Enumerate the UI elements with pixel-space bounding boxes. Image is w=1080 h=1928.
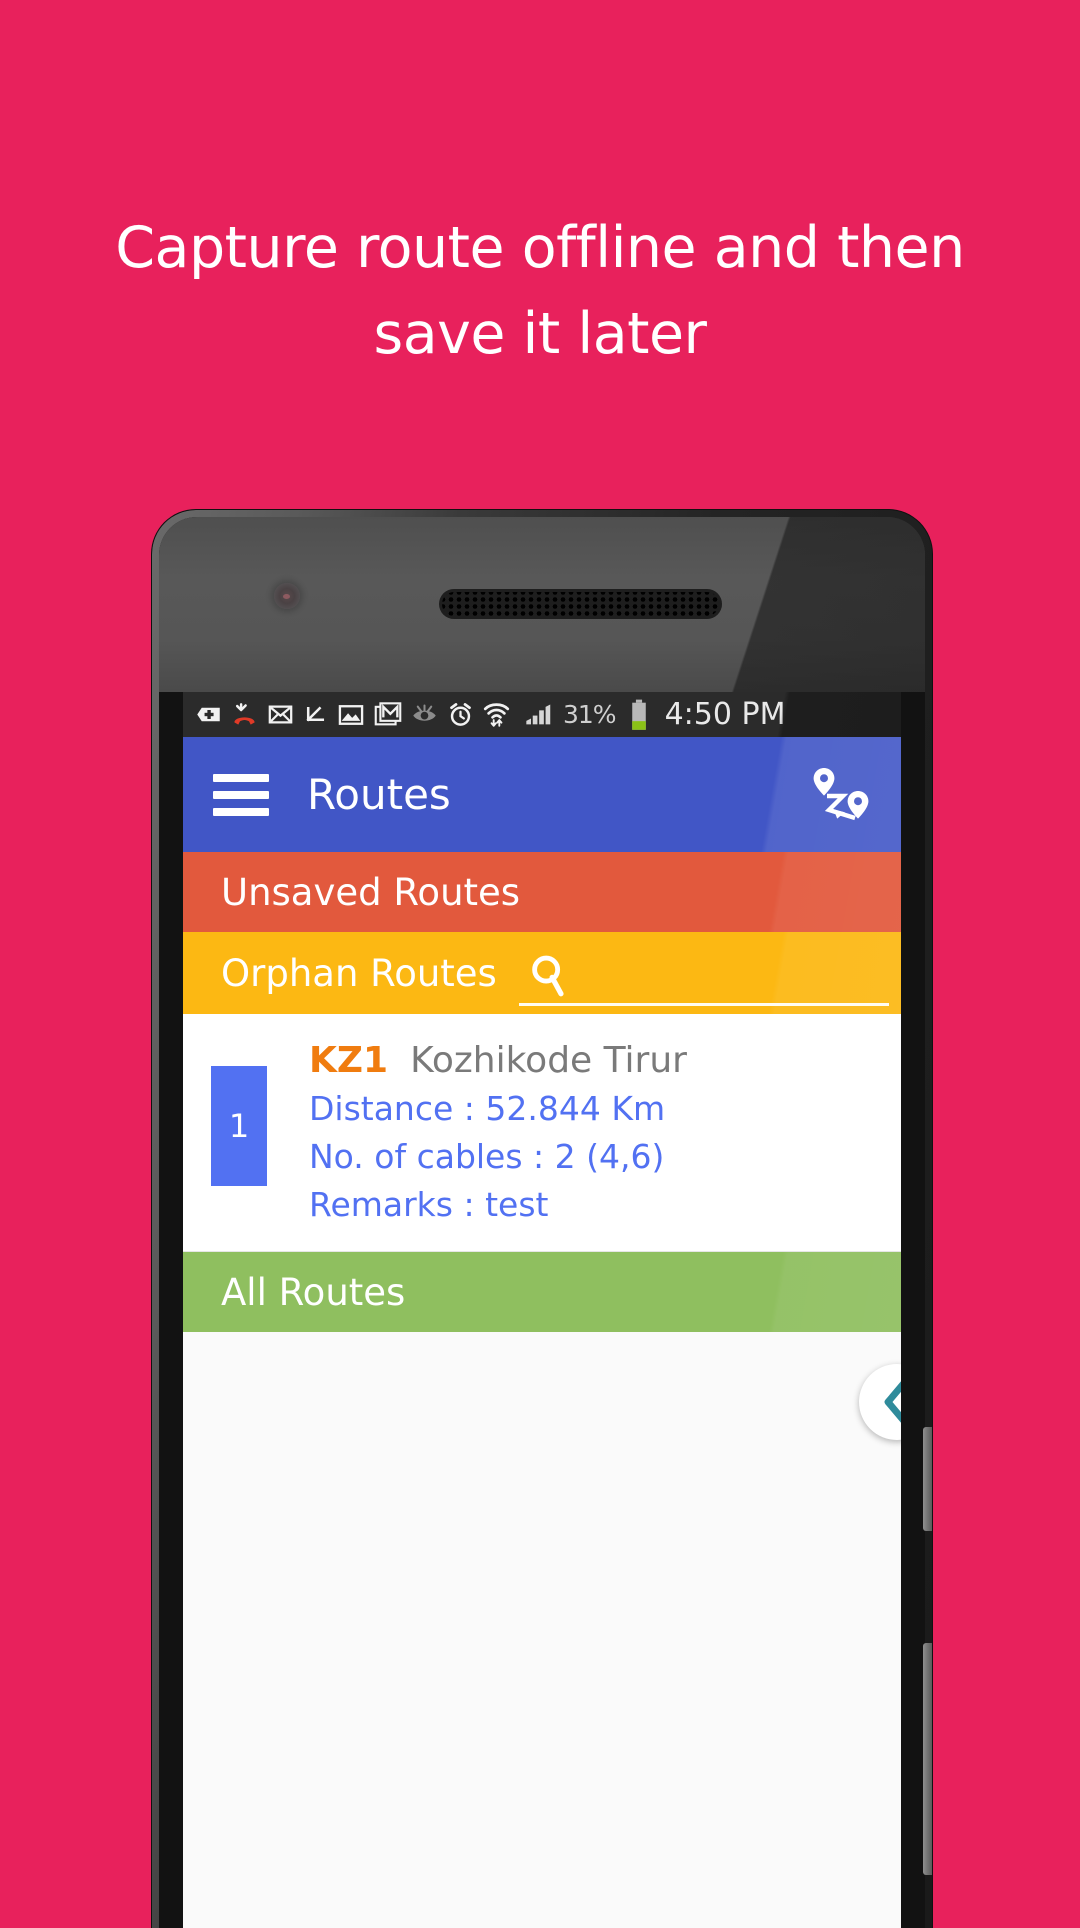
page-title: Capture route offline and then save it l…: [115, 215, 965, 367]
section-label: Unsaved Routes: [221, 870, 521, 914]
hamburger-menu-icon[interactable]: [213, 773, 269, 816]
power-button[interactable]: [923, 1427, 932, 1531]
download-arrow-icon: [303, 702, 328, 727]
route-name: Kozhikode Tirur: [410, 1040, 687, 1081]
route-map-icon[interactable]: [807, 761, 877, 829]
all-routes-empty-area: [183, 1332, 901, 1928]
route-list-item[interactable]: 1 KZ1 Kozhikode Tirur Distance : 52.844 …: [183, 1014, 901, 1252]
section-gloss: [651, 1252, 901, 1332]
hamburger-line: [213, 807, 269, 816]
battery-icon: [628, 699, 650, 731]
eye-blocked-icon: [411, 701, 438, 728]
email-icon: [267, 701, 294, 728]
phone-device-mockup: 31% 4:50 PM Routes Unsaved Routes Orphan…: [152, 510, 932, 1928]
cellular-signal-icon: [523, 701, 553, 729]
missed-call-icon: [231, 701, 258, 728]
alarm-clock-icon: [447, 701, 474, 728]
section-header-all-routes[interactable]: All Routes: [183, 1252, 901, 1332]
orphan-routes-search[interactable]: [518, 932, 901, 1014]
section-label: All Routes: [221, 1270, 406, 1314]
section-header-unsaved-routes[interactable]: Unsaved Routes: [183, 852, 901, 932]
earpiece-speaker-icon: [439, 589, 722, 619]
app-bar-title: Routes: [307, 770, 451, 819]
route-cables: No. of cables : 2 (4,6): [309, 1137, 665, 1176]
phone-inner-frame: 31% 4:50 PM Routes Unsaved Routes Orphan…: [159, 517, 925, 1928]
orphan-routes-list: 1 KZ1 Kozhikode Tirur Distance : 52.844 …: [183, 1014, 901, 1252]
section-label: Orphan Routes: [221, 951, 497, 995]
search-input-underline: [518, 1003, 889, 1006]
route-remarks: Remarks : test: [309, 1185, 549, 1224]
wifi-transfer-icon: [483, 701, 510, 728]
route-index-badge: 1: [211, 1066, 267, 1186]
section-header-orphan-routes[interactable]: Orphan Routes: [183, 932, 901, 1014]
front-camera-icon: [274, 583, 300, 609]
status-bar-clock: 4:50 PM: [664, 697, 786, 732]
hamburger-line: [213, 790, 269, 799]
route-details: KZ1 Kozhikode Tirur Distance : 52.844 Km…: [309, 1040, 687, 1225]
volume-rocker-button[interactable]: [923, 1643, 932, 1875]
app-bar: Routes: [183, 737, 901, 852]
phone-top-bezel: [159, 517, 925, 692]
battery-percent-label: 31%: [563, 700, 617, 729]
route-distance: Distance : 52.844 Km: [309, 1089, 666, 1128]
search-icon[interactable]: [525, 951, 571, 1008]
screenshot-image-icon: [337, 701, 365, 729]
section-gloss: [651, 852, 901, 932]
gmail-icon: [374, 701, 402, 729]
phone-screen: 31% 4:50 PM Routes Unsaved Routes Orphan…: [183, 692, 901, 1928]
route-code: KZ1: [309, 1040, 389, 1081]
hamburger-line: [213, 773, 269, 782]
status-bar: 31% 4:50 PM: [183, 692, 901, 737]
sd-card-add-icon: [195, 701, 222, 728]
route-title-row: KZ1 Kozhikode Tirur: [309, 1040, 687, 1081]
